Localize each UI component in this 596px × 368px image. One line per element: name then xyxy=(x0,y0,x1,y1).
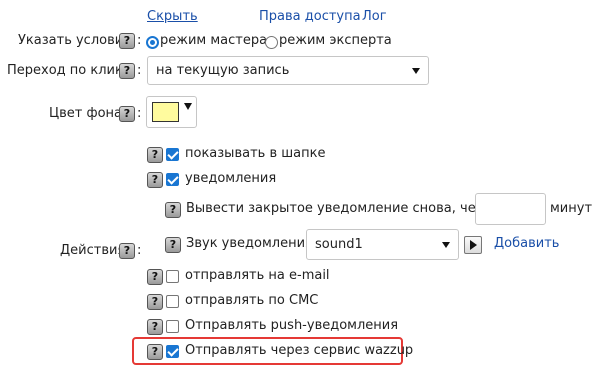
hide-link[interactable]: Скрыть xyxy=(147,9,198,24)
sound-label: Звук уведомления: xyxy=(186,236,318,251)
notifications-help-icon[interactable]: ? xyxy=(147,172,163,188)
click-transition-colon: : xyxy=(137,63,142,78)
sms-help-icon[interactable]: ? xyxy=(147,294,163,310)
conditions-label: Указать условия xyxy=(18,33,132,48)
wazzup-help-icon[interactable]: ? xyxy=(147,344,163,360)
chevron-down-icon xyxy=(442,242,450,248)
conditions-colon: : xyxy=(137,33,142,48)
click-transition-label: Переход по клику xyxy=(7,63,131,78)
chevron-down-icon xyxy=(412,68,420,74)
wazzup-checkbox[interactable] xyxy=(166,345,179,358)
sound-help-icon[interactable]: ? xyxy=(165,237,181,253)
sms-checkbox[interactable] xyxy=(166,295,179,308)
repeat-unit: минут xyxy=(550,201,593,216)
sound-select[interactable]: sound1 xyxy=(306,229,459,260)
actions-label: Действия xyxy=(60,243,126,258)
log-link[interactable]: Лог xyxy=(362,9,387,24)
background-colon: : xyxy=(137,106,142,121)
play-sound-button[interactable] xyxy=(464,236,482,254)
actions-colon: : xyxy=(137,243,142,258)
email-checkbox[interactable] xyxy=(166,270,179,283)
show-in-header-label: показывать в шапке xyxy=(185,146,326,161)
actions-help-icon[interactable]: ? xyxy=(119,243,135,259)
email-help-icon[interactable]: ? xyxy=(147,269,163,285)
click-transition-select[interactable]: на текущую запись xyxy=(147,56,429,85)
show-in-header-help-icon[interactable]: ? xyxy=(147,147,163,163)
repeat-minutes-input[interactable] xyxy=(475,193,546,225)
background-label: Цвет фона xyxy=(49,106,122,121)
chevron-down-icon xyxy=(184,103,192,110)
expert-mode-radio[interactable] xyxy=(265,36,278,49)
wizard-mode-label: режим мастера xyxy=(160,33,268,48)
wazzup-label: Отправлять через сервис wazzup xyxy=(185,343,414,358)
show-in-header-checkbox[interactable] xyxy=(166,148,179,161)
add-sound-link[interactable]: Добавить xyxy=(494,236,559,251)
notifications-checkbox[interactable] xyxy=(166,173,179,186)
background-help-icon[interactable]: ? xyxy=(119,106,135,122)
wizard-mode-radio[interactable] xyxy=(146,36,159,49)
click-transition-value: на текущую запись xyxy=(156,63,290,78)
repeat-label: Вывести закрытое уведомление снова, чере… xyxy=(186,201,508,216)
notifications-label: уведомления xyxy=(185,171,277,186)
conditions-help-icon[interactable]: ? xyxy=(119,33,135,49)
push-help-icon[interactable]: ? xyxy=(147,319,163,335)
push-checkbox[interactable] xyxy=(166,320,179,333)
color-picker[interactable] xyxy=(146,96,197,128)
sms-label: отправлять по СМС xyxy=(185,293,319,308)
push-label: Отправлять push-уведомления xyxy=(185,318,399,333)
sound-value: sound1 xyxy=(315,237,363,252)
access-rights-link[interactable]: Права доступа xyxy=(259,9,361,24)
click-transition-help-icon[interactable]: ? xyxy=(119,63,135,79)
expert-mode-label: режим эксперта xyxy=(279,33,392,48)
repeat-help-icon[interactable]: ? xyxy=(165,202,181,218)
play-icon xyxy=(470,240,477,250)
color-swatch xyxy=(152,102,179,122)
email-label: отправлять на e-mail xyxy=(185,268,330,283)
